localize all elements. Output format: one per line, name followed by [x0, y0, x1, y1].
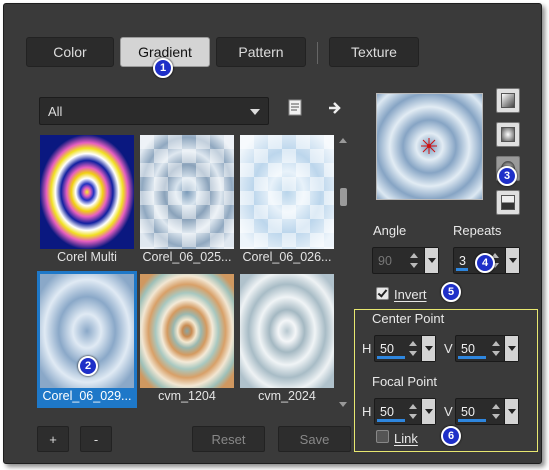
sunburst-style-button[interactable] — [496, 190, 520, 215]
repeats-label: Repeats — [453, 223, 502, 238]
material-properties-panel: Color Gradient Pattern Texture 1 All Cor… — [3, 3, 542, 464]
center-h-label: H — [362, 341, 372, 356]
center-v-slider-fill — [458, 356, 486, 359]
sunburst-gradient-icon — [501, 195, 515, 210]
angle-label: Angle — [373, 223, 407, 238]
focal-v-slider-fill — [458, 419, 486, 422]
reset-button[interactable]: Reset — [192, 426, 265, 452]
link-label[interactable]: Link — [394, 431, 418, 446]
linear-gradient-icon — [501, 93, 515, 108]
center-point-label: Center Point — [372, 311, 445, 326]
gallery-item[interactable]: Corel_06_026... — [237, 132, 337, 269]
gallery-item[interactable]: cvm_2024 — [237, 271, 337, 408]
scrollbar-thumb[interactable] — [340, 188, 347, 206]
gallery-item-label: cvm_1204 — [158, 389, 216, 403]
focal-h-dropdown-button[interactable] — [421, 399, 435, 424]
link-checkbox[interactable] — [376, 430, 389, 443]
linear-style-button[interactable] — [496, 88, 520, 113]
remove-button[interactable]: - — [80, 426, 112, 452]
file-open-icon[interactable] — [288, 99, 304, 117]
focal-h-slider-fill — [377, 419, 405, 422]
gallery-scrollbar[interactable] — [338, 136, 349, 409]
gradient-category-value: All — [48, 103, 63, 119]
angle-dropdown-button[interactable] — [424, 248, 438, 273]
focal-v-value: 50 — [461, 405, 475, 419]
gallery-item[interactable]: Corel Multi — [37, 132, 137, 269]
tab-color[interactable]: Color — [26, 37, 114, 67]
center-h-value: 50 — [380, 342, 394, 356]
center-v-label: V — [444, 341, 453, 356]
gradient-thumbnail — [240, 274, 334, 388]
gradient-thumbnail — [140, 274, 234, 388]
angle-value: 90 — [378, 254, 392, 268]
gallery-item-label: Corel_06_025... — [142, 250, 232, 264]
center-h-up-down[interactable] — [408, 339, 418, 359]
focal-v-dropdown-button[interactable] — [504, 399, 518, 424]
repeats-dropdown-button[interactable] — [505, 248, 519, 273]
focal-v-label: V — [444, 404, 453, 419]
gradient-preview[interactable] — [376, 93, 483, 200]
focal-h-up-down[interactable] — [408, 402, 418, 422]
center-v-up-down[interactable] — [491, 339, 501, 359]
invert-label[interactable]: Invert — [394, 287, 427, 302]
scroll-up-icon[interactable] — [339, 138, 347, 143]
angle-spinner[interactable]: 90 — [372, 247, 439, 274]
focal-h-label: H — [362, 404, 372, 419]
callout-badge-2: 2 — [78, 356, 98, 376]
repeats-value: 3 — [459, 254, 466, 268]
focal-h-spinner[interactable]: 50 — [374, 398, 436, 425]
callout-badge-3: 3 — [497, 166, 517, 186]
gradient-thumbnail — [140, 135, 234, 249]
focal-v-spinner[interactable]: 50 — [455, 398, 519, 425]
tab-separator — [317, 42, 318, 64]
center-h-slider-fill — [377, 356, 405, 359]
center-v-dropdown-button[interactable] — [504, 336, 518, 361]
focal-v-up-down[interactable] — [491, 402, 501, 422]
repeats-slider-fill — [456, 268, 468, 271]
center-v-spinner[interactable]: 50 — [455, 335, 519, 362]
scroll-down-icon[interactable] — [339, 402, 347, 407]
callout-badge-1: 1 — [153, 58, 173, 78]
gradient-thumbnail — [240, 135, 334, 249]
center-h-spinner[interactable]: 50 — [374, 335, 436, 362]
save-button[interactable]: Save — [278, 426, 351, 452]
gallery-item-label: Corel Multi — [57, 250, 117, 264]
tab-pattern[interactable]: Pattern — [216, 37, 306, 67]
gallery-item[interactable]: cvm_1204 — [137, 271, 237, 408]
gallery-item[interactable]: Corel_06_025... — [137, 132, 237, 269]
center-h-dropdown-button[interactable] — [421, 336, 435, 361]
checkmark-icon — [377, 287, 388, 298]
gradient-category-dropdown[interactable]: All — [39, 97, 269, 125]
angle-up-down[interactable] — [409, 251, 419, 271]
invert-checkbox[interactable] — [376, 287, 389, 300]
focal-h-value: 50 — [380, 405, 394, 419]
callout-badge-5: 5 — [441, 282, 461, 302]
center-v-value: 50 — [461, 342, 475, 356]
gradient-thumbnail — [40, 135, 134, 249]
chevron-down-icon — [250, 109, 260, 115]
arrow-right-icon[interactable] — [327, 100, 343, 116]
focal-point-label: Focal Point — [372, 374, 438, 389]
rectangular-gradient-icon — [501, 127, 515, 142]
add-button[interactable]: + — [37, 426, 69, 452]
gallery-item-label: Corel_06_026... — [242, 250, 332, 264]
gallery-item[interactable]: Corel_06_029... — [37, 271, 137, 408]
callout-badge-6: 6 — [441, 426, 461, 446]
gallery-item-label: cvm_2024 — [258, 389, 316, 403]
gallery-item-label: Corel_06_029... — [42, 389, 132, 403]
tab-texture[interactable]: Texture — [329, 37, 419, 67]
callout-badge-4: 4 — [475, 253, 495, 273]
rectangular-style-button[interactable] — [496, 122, 520, 147]
